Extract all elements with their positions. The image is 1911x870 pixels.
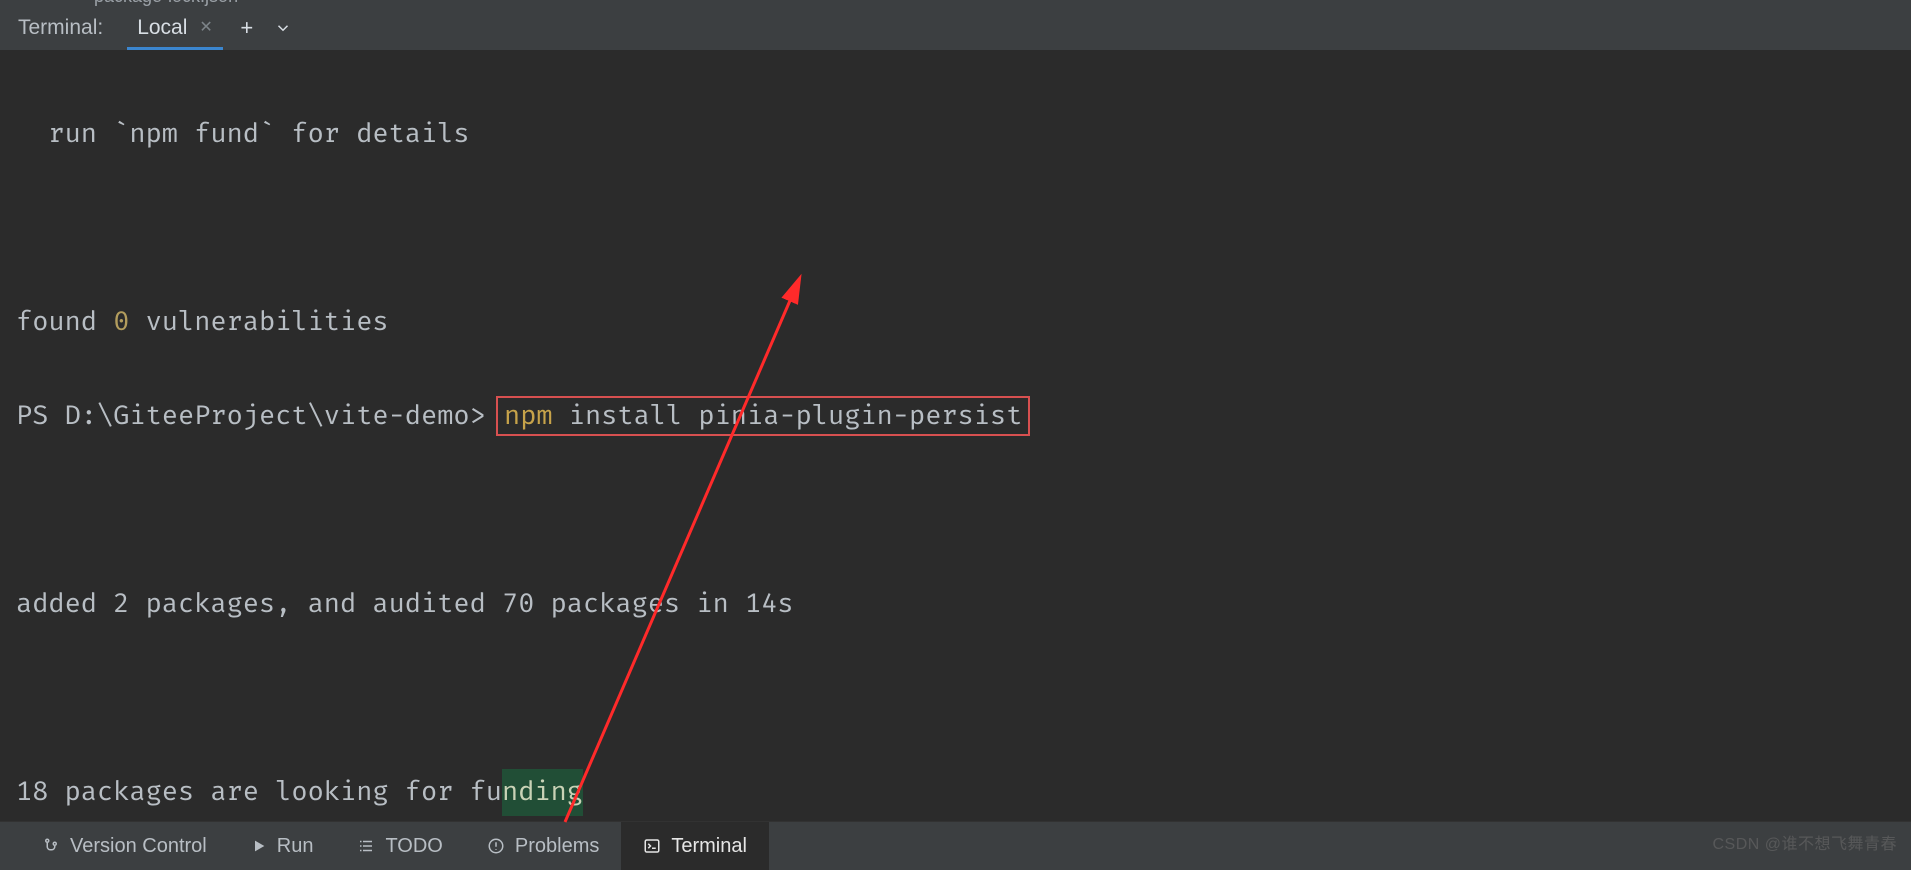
toolwindow-todo[interactable]: TODO [335,822,464,870]
terminal-output[interactable]: run `npm fund` for details found 0 vulne… [0,50,1911,822]
toolwindow-label: Problems [515,835,599,858]
terminal-icon [643,837,661,855]
terminal-line [16,205,1895,252]
terminal-panel-title: Terminal: [18,16,103,40]
terminal-tab-label: Local [137,16,187,40]
terminal-line [16,487,1895,534]
toolwindow-version-control[interactable]: Version Control [20,822,229,870]
toolwindow-bar: Version Control Run TODO Problems Termin… [0,821,1911,870]
toolwindow-label: TODO [385,835,442,858]
toolwindow-run[interactable]: Run [229,822,336,870]
play-icon [251,838,267,854]
terminal-line: run `npm fund` for details [16,111,1895,158]
annotated-command-box: npm install pinia-plugin-persist [496,396,1030,436]
terminal-tabs-bar: Terminal: Local ✕ + [0,6,1911,51]
close-icon[interactable]: ✕ [199,20,212,36]
toolwindow-label: Terminal [671,835,747,858]
vuln-count: 0 [113,306,129,338]
toolwindow-label: Run [277,835,314,858]
branch-icon [42,837,60,855]
watermark: CSDN @谁不想飞舞青春 [1712,830,1897,854]
warning-icon [487,837,505,855]
terminal-line [16,675,1895,722]
toolwindow-problems[interactable]: Problems [465,822,621,870]
npm-command: npm [504,400,553,432]
terminal-dropdown-button[interactable] [265,19,301,37]
terminal-line: found 0 vulnerabilities [16,299,1895,346]
list-icon [357,837,375,855]
add-terminal-button[interactable]: + [229,15,265,41]
toolwindow-terminal[interactable]: Terminal [621,822,769,870]
terminal-prompt: PS D:\GiteeProject\vite-demo> [16,400,502,432]
terminal-line: added 2 packages, and audited 70 package… [16,581,1895,628]
text-selection: nding [502,769,583,816]
terminal-line: PS D:\GiteeProject\vite-demo> npm instal… [16,393,1895,440]
terminal-tab-local[interactable]: Local ✕ [121,6,229,50]
toolwindow-label: Version Control [70,835,207,858]
terminal-line: 18 packages are looking for funding [16,769,1895,816]
chevron-down-icon [274,19,292,37]
